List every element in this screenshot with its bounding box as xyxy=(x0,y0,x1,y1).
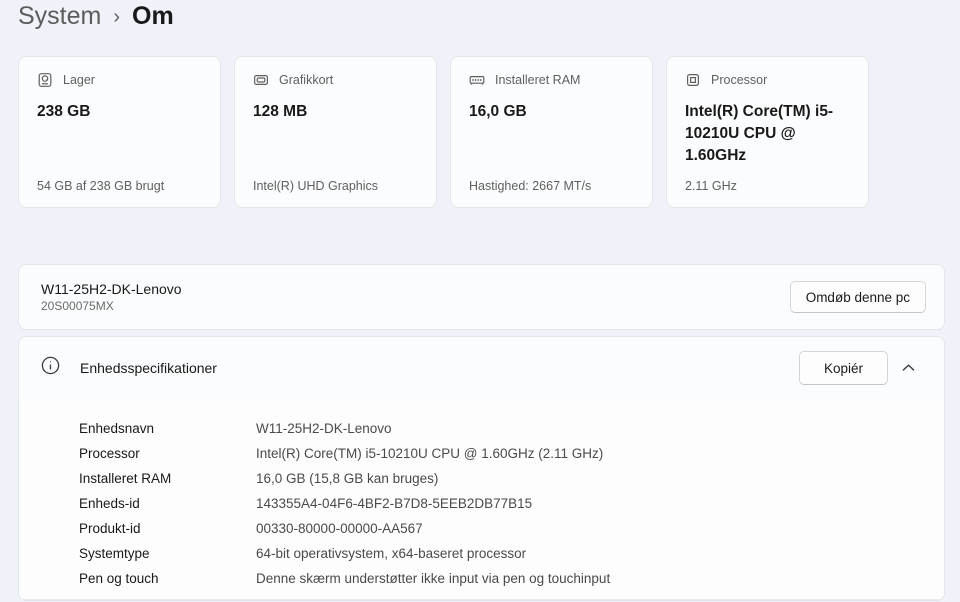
card-label: Lager xyxy=(63,73,95,87)
spec-value: 16,0 GB (15,8 GB kan bruges) xyxy=(256,471,439,486)
spec-label: Systemtype xyxy=(79,546,150,561)
card-caption: 2.11 GHz xyxy=(685,179,737,193)
page-title: Om xyxy=(132,2,174,30)
section-title: Enhedsspecifikationer xyxy=(80,360,217,376)
cpu-icon xyxy=(685,72,701,88)
card-graphics: Grafikkort 128 MB Intel(R) UHD Graphics xyxy=(234,56,437,208)
card-caption: Hastighed: 2667 MT/s xyxy=(469,179,592,193)
card-label: Grafikkort xyxy=(279,73,334,87)
divider xyxy=(19,599,944,600)
card-ram: Installeret RAM 16,0 GB Hastighed: 2667 … xyxy=(450,56,653,208)
card-value: 16,0 GB xyxy=(469,103,527,120)
chevron-right-icon: › xyxy=(113,6,121,28)
chevron-up-icon[interactable] xyxy=(888,351,928,385)
summary-cards: Lager 238 GB 54 GB af 238 GB brugt Grafi… xyxy=(18,56,945,208)
card-value: Intel(R) Core(TM) i5-10210U CPU @ 1.60GH… xyxy=(685,103,834,164)
spec-label: Processor xyxy=(79,446,140,461)
spec-value: Denne skærm understøtter ikke input via … xyxy=(256,571,611,586)
device-specifications-panel: Enhedsspecifikationer Kopiér Enhedsnavn … xyxy=(18,336,945,601)
breadcrumb-system[interactable]: System xyxy=(18,2,101,31)
card-storage: Lager 238 GB 54 GB af 238 GB brugt xyxy=(18,56,221,208)
spec-label: Pen og touch xyxy=(79,571,159,586)
gpu-icon xyxy=(253,72,269,88)
card-processor: Processor Intel(R) Core(TM) i5-10210U CP… xyxy=(666,56,869,208)
info-icon xyxy=(41,356,60,380)
card-label: Installeret RAM xyxy=(495,73,581,87)
spec-value: 64-bit operativsystem, x64-baseret proce… xyxy=(256,546,527,561)
card-label: Processor xyxy=(711,73,768,87)
system-about-page: System › Om Lager 238 GB 54 GB af 238 GB… xyxy=(0,0,960,601)
spec-label: Installeret RAM xyxy=(79,471,172,486)
rename-pc-button[interactable]: Omdøb denne pc xyxy=(789,281,926,313)
copy-button[interactable]: Kopiér xyxy=(798,351,888,385)
spec-value: W11-25H2-DK-Lenovo xyxy=(256,421,392,436)
device-model: 20S00075MX xyxy=(41,299,114,313)
card-value: 128 MB xyxy=(253,103,308,120)
device-name: W11-25H2-DK-Lenovo xyxy=(41,281,182,297)
spec-value: 143355A4-04F6-4BF2-B7D8-5EEB2DB77B15 xyxy=(256,496,533,511)
card-caption: Intel(R) UHD Graphics xyxy=(253,179,379,193)
storage-icon xyxy=(37,72,53,88)
spec-label: Enheds-id xyxy=(79,496,140,511)
card-caption: 54 GB af 238 GB brugt xyxy=(37,179,165,193)
device-name-panel: W11-25H2-DK-Lenovo 20S00075MX Omdøb denn… xyxy=(18,264,945,330)
card-value: 238 GB xyxy=(37,103,91,120)
spec-label: Enhedsnavn xyxy=(79,421,155,436)
spec-value: 00330-80000-00000-AA567 xyxy=(256,521,423,536)
spec-label: Produkt-id xyxy=(79,521,141,536)
device-specifications-body: Enhedsnavn W11-25H2-DK-Lenovo Processor … xyxy=(19,399,944,600)
breadcrumb: System › Om xyxy=(18,0,945,44)
ram-icon xyxy=(469,72,485,88)
spec-value: Intel(R) Core(TM) i5-10210U CPU @ 1.60GH… xyxy=(256,446,604,461)
device-specifications-header[interactable]: Enhedsspecifikationer Kopiér xyxy=(19,337,944,399)
